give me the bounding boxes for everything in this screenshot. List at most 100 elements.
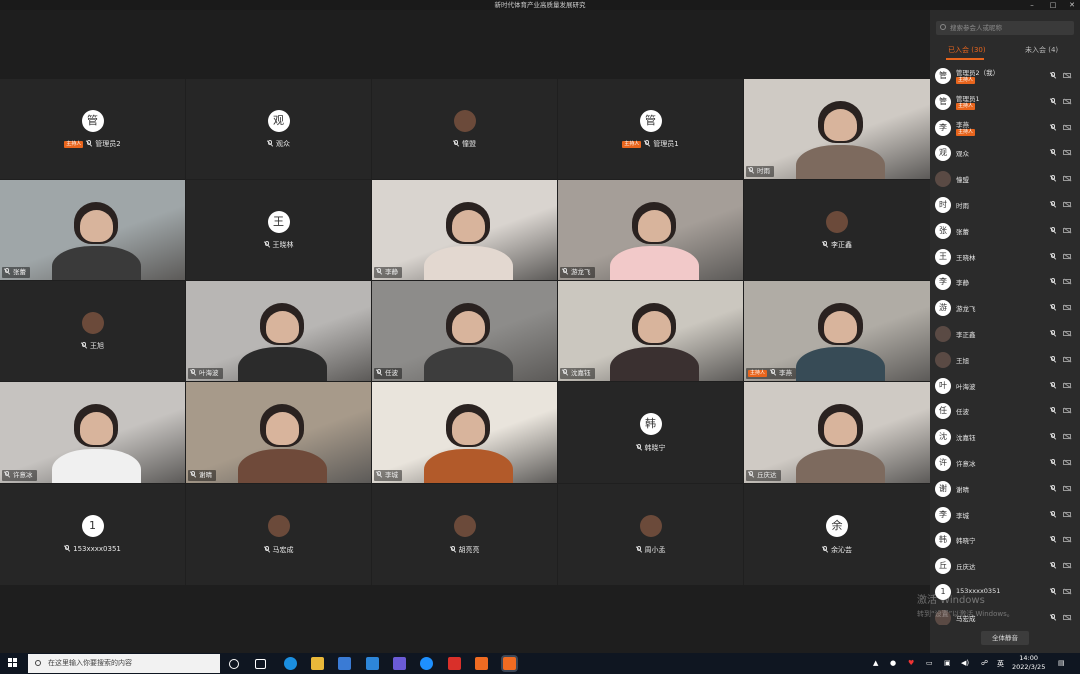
tray-network-icon[interactable]: ▭ <box>926 659 933 667</box>
camera-off-icon[interactable] <box>1063 305 1071 311</box>
mic-muted-icon[interactable] <box>1050 562 1056 569</box>
participant-tile[interactable]: 沈嘉钰 <box>558 281 743 381</box>
mic-muted-icon[interactable] <box>1050 613 1056 621</box>
mute-all-button[interactable]: 全体静音 <box>981 631 1029 645</box>
tab-joined[interactable]: 已入会 (30) <box>948 45 986 55</box>
participant-list-item[interactable]: 游游龙飞 <box>930 297 1080 322</box>
participant-list-item[interactable]: 丘丘庆达 <box>930 555 1080 580</box>
mic-muted-icon[interactable] <box>1050 97 1056 105</box>
participant-tile[interactable]: 管主持人 管理员2 <box>0 79 185 179</box>
mic-muted-icon[interactable] <box>1050 149 1056 156</box>
minimize-button[interactable]: – <box>1024 0 1040 10</box>
participant-tile[interactable]: 游龙飞 <box>558 180 743 280</box>
camera-off-icon[interactable] <box>1063 434 1071 440</box>
participant-tile[interactable]: 胡亮亮 <box>372 484 557 585</box>
participant-tile[interactable]: 韩韩晓宁 <box>558 382 743 483</box>
mic-muted-icon[interactable] <box>1050 381 1056 389</box>
participant-list-item[interactable]: 李李城 <box>930 504 1080 529</box>
participant-list-item[interactable]: 谢谢晴 <box>930 478 1080 503</box>
participant-list-item[interactable]: 时时雨 <box>930 194 1080 219</box>
mic-muted-icon[interactable] <box>1050 459 1056 466</box>
mic-muted-icon[interactable] <box>1050 484 1056 492</box>
participant-search-input[interactable]: 搜索参会人或昵称 <box>936 21 1074 35</box>
camera-off-icon[interactable] <box>1063 176 1071 182</box>
tray-mic-icon[interactable]: ● <box>890 659 896 667</box>
tray-sync-icon[interactable]: ☍ <box>981 659 988 667</box>
participant-tile[interactable]: 主持人 李燕 <box>744 281 930 381</box>
participant-list-item[interactable]: 李正鑫 <box>930 323 1080 348</box>
participant-tile[interactable]: 憧盟 <box>372 79 557 179</box>
camera-off-icon[interactable] <box>1063 279 1071 285</box>
camera-off-icon[interactable] <box>1063 124 1071 130</box>
participant-list-item[interactable]: 王旭 <box>930 349 1080 374</box>
close-button[interactable]: ✕ <box>1064 0 1080 10</box>
participant-tile[interactable]: 李正鑫 <box>744 180 930 280</box>
participant-tile[interactable]: 马宏成 <box>186 484 371 585</box>
participant-list-item[interactable]: 管管理员2（我） 主持人 <box>930 65 1080 90</box>
participant-tile[interactable]: 余余沁芸 <box>744 484 930 585</box>
participant-tile[interactable]: 1 153xxxx0351 <box>0 484 185 585</box>
camera-off-icon[interactable] <box>1063 460 1071 465</box>
participant-list-item[interactable]: 王王晓林 <box>930 246 1080 271</box>
mic-muted-icon[interactable] <box>1050 226 1056 234</box>
mic-muted-icon[interactable] <box>1050 330 1056 337</box>
participant-tile[interactable]: 时雨 <box>744 79 930 179</box>
mic-muted-icon[interactable] <box>1050 278 1056 285</box>
camera-off-icon[interactable] <box>1063 98 1071 104</box>
task-view-icon[interactable] <box>229 659 239 669</box>
participant-list-item[interactable]: 许许意冰 <box>930 452 1080 477</box>
camera-off-icon[interactable] <box>1063 511 1071 517</box>
notification-icon[interactable]: ▤ <box>1058 659 1065 667</box>
mic-muted-icon[interactable] <box>1050 304 1056 311</box>
meeting-app-active-icon[interactable] <box>503 657 516 670</box>
camera-off-icon[interactable] <box>1063 614 1071 620</box>
volume-icon[interactable]: ◀) <box>961 659 969 667</box>
camera-off-icon[interactable] <box>1063 563 1071 569</box>
mic-muted-icon[interactable] <box>1050 175 1056 182</box>
participant-list-item[interactable]: 任任波 <box>930 400 1080 425</box>
app-icon-blue[interactable] <box>420 657 433 670</box>
camera-off-icon[interactable] <box>1063 202 1071 207</box>
mic-muted-icon[interactable] <box>1050 536 1056 543</box>
camera-off-icon[interactable] <box>1063 73 1071 78</box>
participant-list-item[interactable]: 憧盟 <box>930 168 1080 193</box>
mic-muted-icon[interactable] <box>1050 355 1056 363</box>
edge-browser-icon[interactable] <box>284 657 297 670</box>
participant-tile[interactable]: 许意冰 <box>0 382 185 483</box>
participant-tile[interactable]: 李城 <box>372 382 557 483</box>
camera-off-icon[interactable] <box>1063 485 1071 491</box>
participant-tile[interactable]: 叶海波 <box>186 281 371 381</box>
camera-off-icon[interactable] <box>1063 227 1071 233</box>
mic-muted-icon[interactable] <box>1050 407 1056 414</box>
mic-muted-icon[interactable] <box>1050 510 1056 518</box>
participant-list-item[interactable]: 李李静 <box>930 271 1080 296</box>
wps-icon[interactable] <box>448 657 461 670</box>
clock[interactable]: 14:00 2022/3/25 <box>1012 654 1045 672</box>
participant-tile[interactable]: 王旭 <box>0 281 185 381</box>
participant-list-item[interactable]: 观观众 <box>930 142 1080 167</box>
participant-tile[interactable]: 王王晓林 <box>186 180 371 280</box>
participant-list-item[interactable]: 叶叶海波 <box>930 375 1080 400</box>
participant-tile[interactable]: 任波 <box>372 281 557 381</box>
participant-tile[interactable]: 李静 <box>372 180 557 280</box>
camera-off-icon[interactable] <box>1063 537 1071 543</box>
mail-icon[interactable] <box>366 657 379 670</box>
camera-off-icon[interactable] <box>1063 589 1071 594</box>
mic-muted-icon[interactable] <box>1050 201 1056 208</box>
tab-not-joined[interactable]: 未入会 (4) <box>1025 45 1058 55</box>
file-explorer-icon[interactable] <box>311 657 324 670</box>
mic-muted-icon[interactable] <box>1050 72 1056 79</box>
participant-list-item[interactable]: 沈沈嘉钰 <box>930 426 1080 451</box>
participant-list-item[interactable]: 韩韩晓宁 <box>930 529 1080 554</box>
widgets-icon[interactable] <box>255 659 266 669</box>
store-icon[interactable] <box>338 657 351 670</box>
participant-tile[interactable]: 观观众 <box>186 79 371 179</box>
tray-app-icon[interactable]: ♥ <box>908 659 914 667</box>
ime-indicator[interactable]: 英 <box>997 659 1004 669</box>
participant-tile[interactable]: 张蕾 <box>0 180 185 280</box>
camera-off-icon[interactable] <box>1063 408 1071 414</box>
participant-list-item[interactable]: 管管理员1 主持人 <box>930 91 1080 116</box>
participant-tile[interactable]: 丘庆达 <box>744 382 930 483</box>
participant-tile[interactable]: 周小孟 <box>558 484 743 585</box>
participant-list-item[interactable]: 张张蕾 <box>930 220 1080 245</box>
